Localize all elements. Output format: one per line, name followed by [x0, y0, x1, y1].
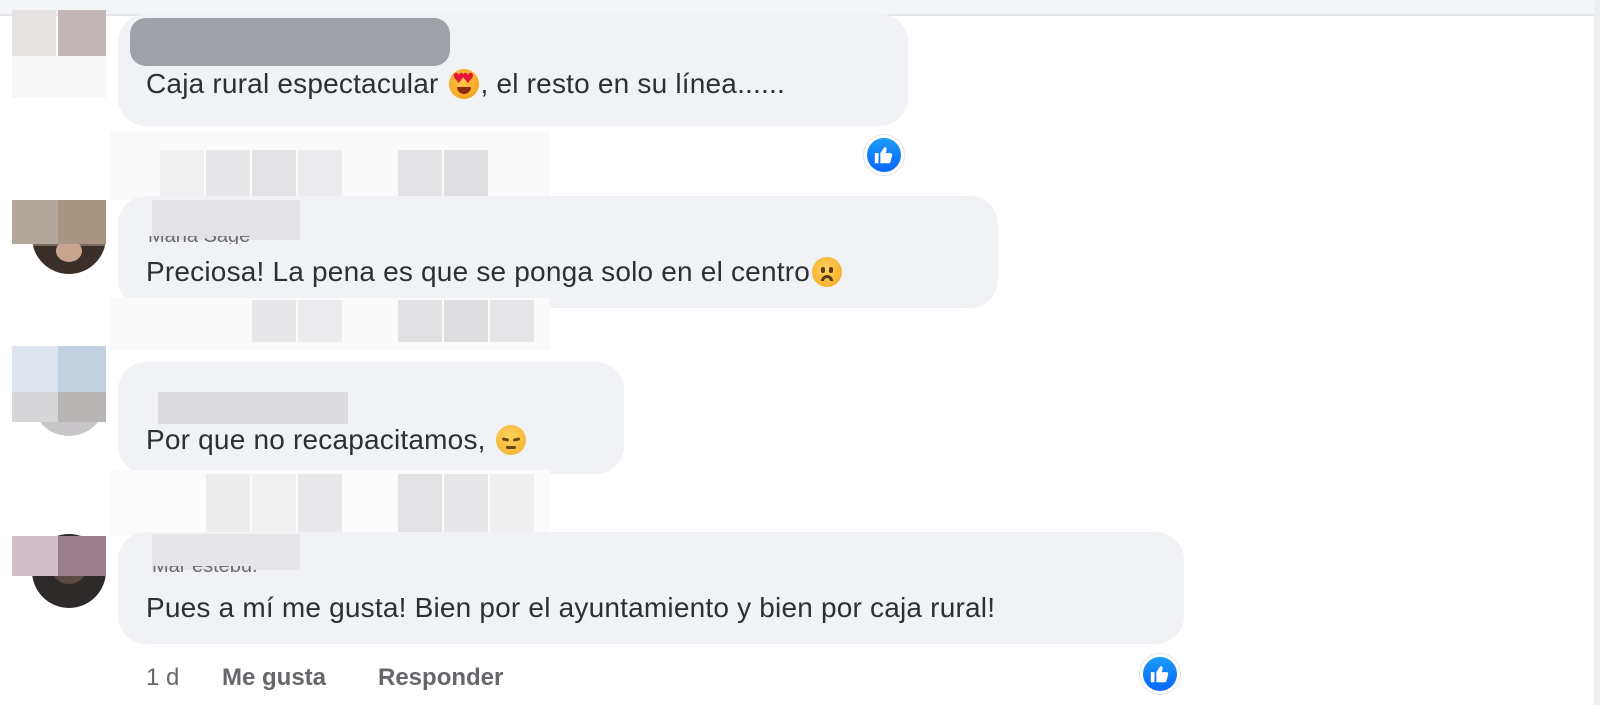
redacted-area — [398, 300, 442, 342]
avatar-pixel — [12, 392, 58, 422]
comment-text: Por que no recapacitamos, — [146, 424, 528, 456]
author-name-redacted — [152, 200, 300, 240]
comment-text: Preciosa! La pena es que se ponga solo e… — [146, 256, 844, 288]
redacted-area — [490, 474, 534, 534]
author-name-redacted — [158, 392, 348, 424]
redacted-area — [444, 150, 488, 198]
reply-button[interactable]: Responder — [378, 664, 503, 692]
worried-face-emoji-icon — [812, 257, 842, 287]
avatar-pixel — [12, 56, 106, 98]
redacted-area — [206, 150, 250, 198]
comment-timestamp[interactable]: 1 d — [146, 664, 179, 692]
redacted-area — [298, 300, 342, 342]
thumbs-up-icon — [1150, 666, 1169, 683]
comment-text-main: Caja rural espectacular — [146, 68, 439, 99]
like-reaction-icon[interactable] — [864, 135, 904, 175]
author-name-fragment: Mar estebu. — [152, 566, 332, 574]
avatar-pixel — [58, 536, 106, 576]
window-edge — [1594, 0, 1600, 705]
redacted-area — [252, 474, 296, 534]
avatar-pixel — [58, 392, 106, 422]
pensive-face-emoji-icon — [495, 425, 526, 455]
redacted-area — [160, 150, 204, 198]
like-button[interactable]: Me gusta — [222, 664, 326, 692]
author-name-redacted — [130, 18, 450, 66]
avatar-pixel — [58, 346, 106, 392]
redacted-area — [298, 474, 342, 534]
comment-text-main: Por que no recapacitamos, — [146, 424, 486, 455]
redacted-area — [252, 300, 296, 342]
heart-eyes-emoji-icon — [448, 69, 479, 99]
like-reaction-icon[interactable] — [1140, 654, 1180, 694]
avatar-pixel — [12, 200, 58, 244]
comment-text-tail: , el resto en su línea...... — [480, 68, 785, 99]
redacted-area — [444, 300, 488, 342]
avatar-pixel — [58, 10, 106, 56]
redacted-area — [298, 150, 342, 198]
avatar-pixel — [12, 346, 58, 392]
redacted-area — [398, 150, 442, 198]
redacted-area — [444, 474, 488, 534]
redacted-area — [398, 474, 442, 534]
comment-text-main: Preciosa! La pena es que se ponga solo e… — [146, 256, 810, 287]
comment-text: Caja rural espectacular , el resto en su… — [146, 68, 785, 100]
avatar-pixel — [58, 200, 106, 244]
author-name-redacted — [152, 534, 300, 570]
redacted-area — [206, 474, 250, 534]
author-name-fragment: Maria Sage — [148, 236, 300, 244]
thumbs-up-icon — [874, 147, 893, 164]
redacted-area — [490, 300, 534, 342]
avatar-pixel — [12, 10, 56, 56]
avatar-pixel — [12, 536, 58, 576]
redacted-area — [252, 150, 296, 198]
comment-text: Pues a mí me gusta! Bien por el ayuntami… — [146, 592, 996, 623]
